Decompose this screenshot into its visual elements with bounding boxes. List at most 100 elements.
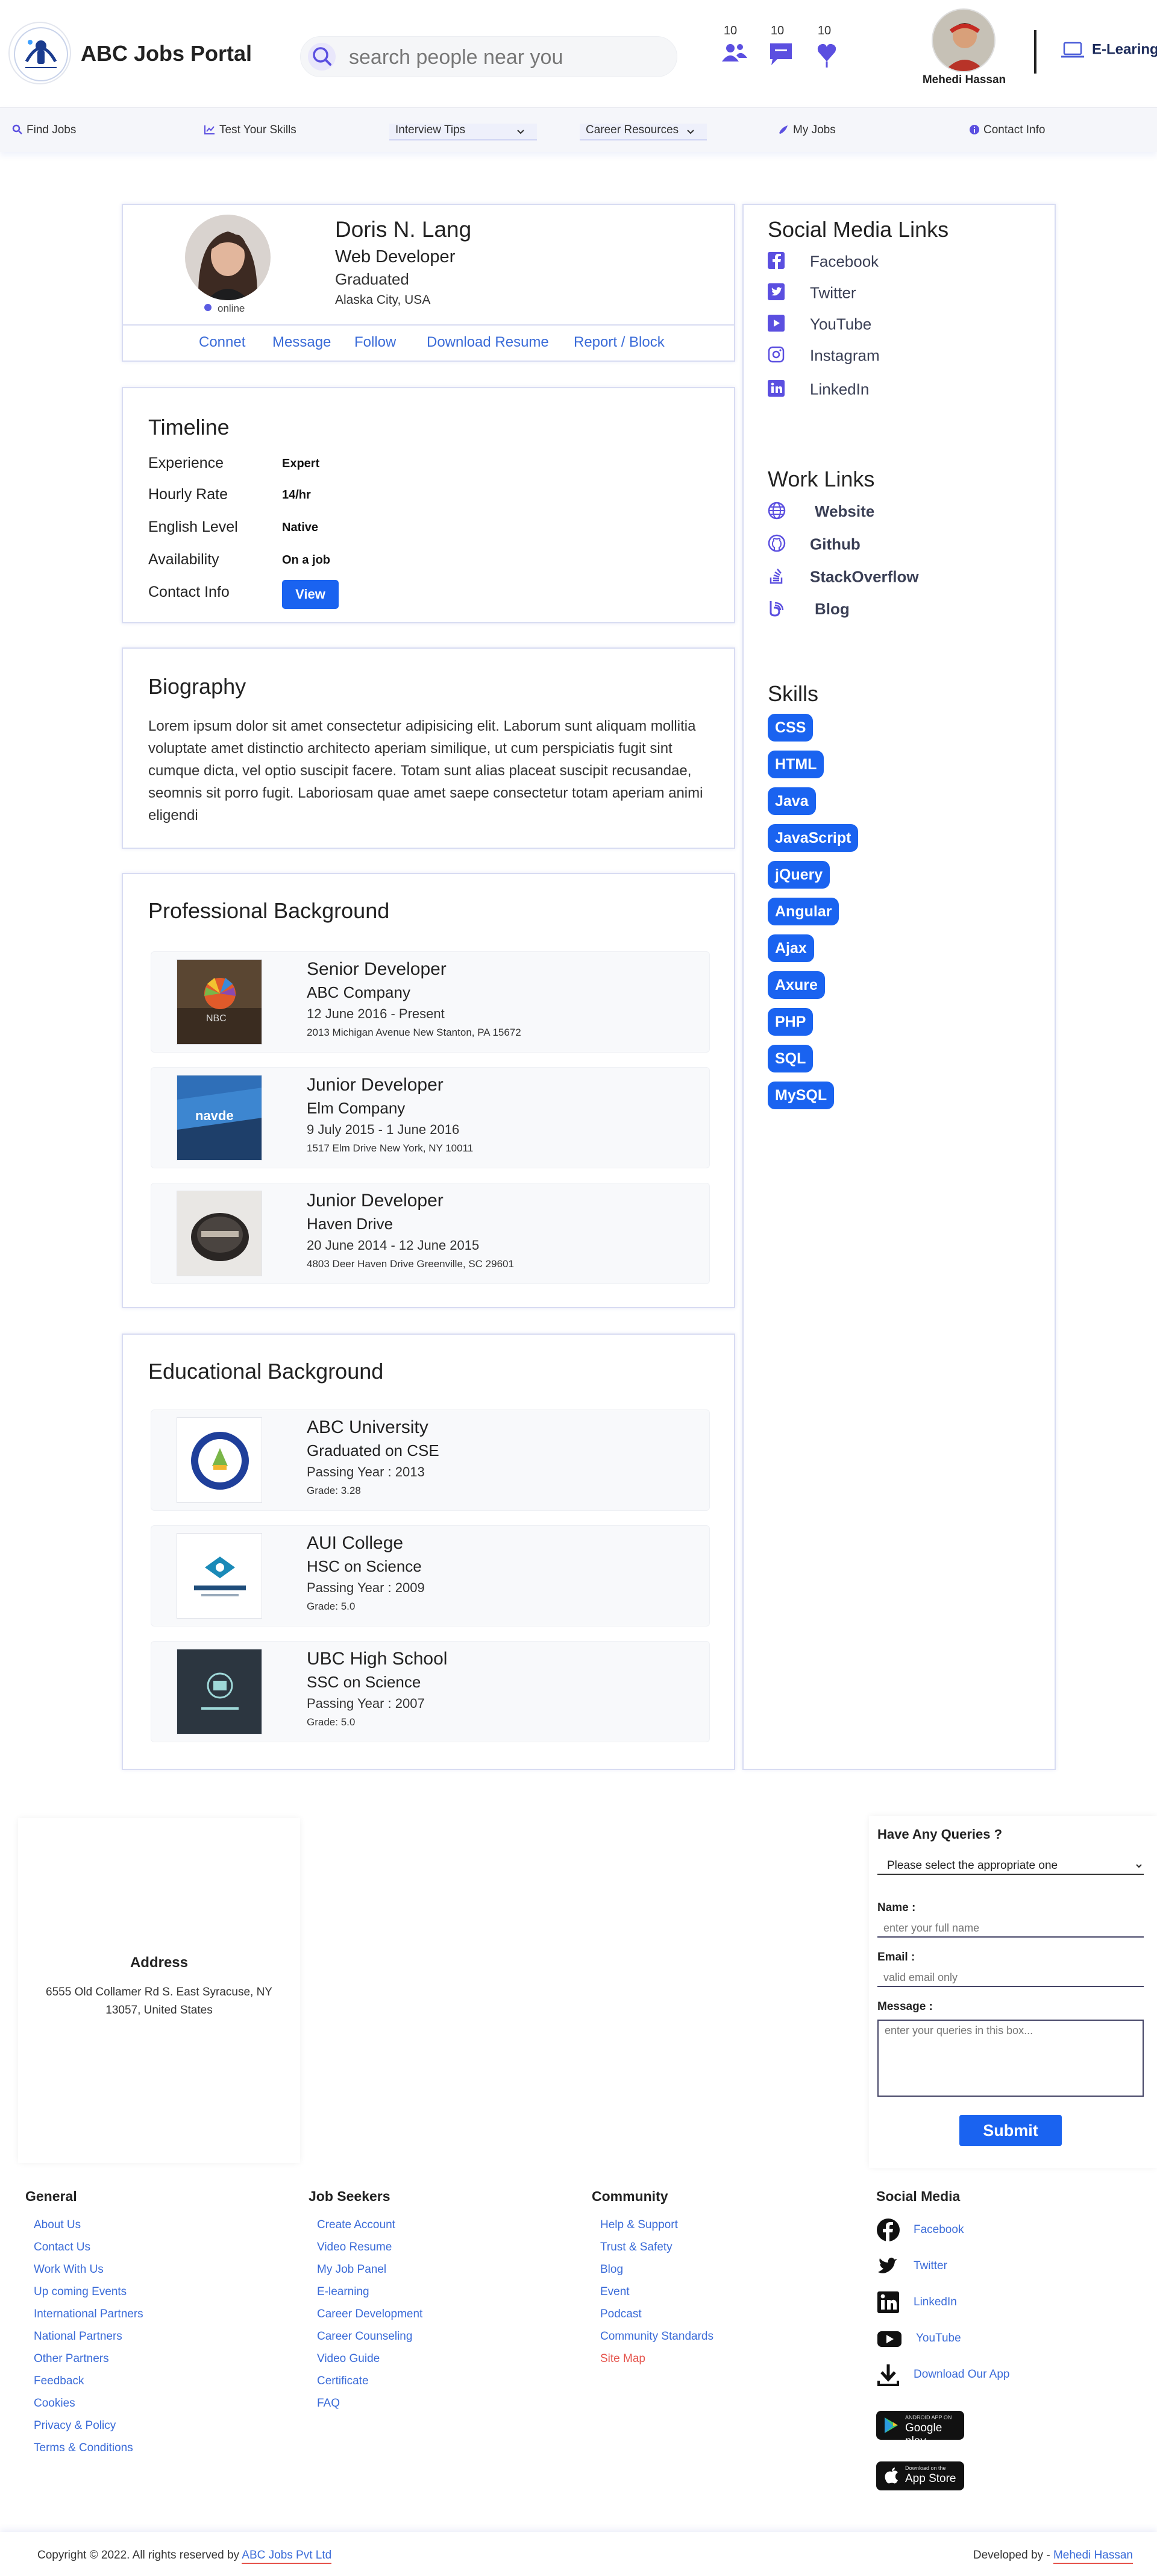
report-block-link[interactable]: Report / Block — [574, 334, 665, 351]
footer-link[interactable]: Contact Us — [34, 2240, 143, 2263]
sidebar-youtube-link[interactable]: YouTube — [768, 315, 871, 336]
sidebar-blog-link[interactable]: Blog — [768, 599, 850, 622]
nav-find-jobs[interactable]: Find Jobs — [12, 124, 76, 137]
search-icon[interactable] — [308, 43, 336, 71]
footer-facebook-link[interactable]: Facebook — [876, 2218, 1010, 2254]
sidebar-linkedin-link[interactable]: LinkedIn — [768, 380, 869, 401]
footer-linkedin-link[interactable]: LinkedIn — [876, 2290, 1010, 2326]
people-notification[interactable]: 10 — [717, 24, 753, 72]
search-bar[interactable] — [300, 36, 677, 77]
heart-icon — [817, 43, 836, 68]
footer-link[interactable]: Up coming Events — [34, 2285, 143, 2307]
footer-social-column: Social Media Facebook Twitter LinkedIn Y… — [876, 2188, 1010, 2490]
site-logo[interactable] — [8, 22, 71, 84]
job-company: Elm Company — [307, 1099, 406, 1117]
blog-icon — [770, 601, 784, 617]
footer-link[interactable]: Video Guide — [317, 2352, 422, 2374]
footer-link[interactable]: Community Standards — [600, 2329, 713, 2352]
apple-icon — [885, 2467, 898, 2484]
passing-year: Passing Year : 2007 — [307, 1696, 425, 1711]
app-store-badge[interactable]: Download on the App Store — [876, 2461, 964, 2490]
message-link[interactable]: Message — [272, 334, 331, 351]
footer-link[interactable]: International Partners — [34, 2307, 143, 2329]
messages-notification[interactable]: 10 — [764, 24, 800, 72]
footer-link[interactable]: Other Partners — [34, 2352, 143, 2374]
footer-link[interactable]: Create Account — [317, 2218, 422, 2240]
developer-credit: Developed by - Mehedi Hassan — [973, 2549, 1133, 2564]
sidebar-stackoverflow-link[interactable]: StackOverflow — [768, 567, 919, 589]
footer-sitemap-link[interactable]: Site Map — [600, 2352, 713, 2374]
education-entry: ABC University Graduated on CSE Passing … — [151, 1409, 710, 1511]
hourly-rate-value: 14/hr — [282, 488, 311, 502]
developer-link[interactable]: Mehedi Hassan — [1053, 2549, 1133, 2564]
email-field[interactable] — [877, 1969, 1144, 1987]
profile-name: Doris N. Lang — [335, 217, 472, 242]
sidebar-facebook-link[interactable]: Facebook — [768, 252, 879, 273]
footer-download-app-link[interactable]: Download Our App — [876, 2363, 1010, 2399]
footer-link[interactable]: Trust & Safety — [600, 2240, 713, 2263]
grade: Grade: 5.0 — [307, 1601, 356, 1612]
footer-link[interactable]: Certificate — [317, 2374, 422, 2396]
job-company: Haven Drive — [307, 1215, 394, 1233]
youtube-icon — [877, 2331, 901, 2347]
education-entry: UBC High School SSC on Science Passing Y… — [151, 1641, 710, 1742]
footer-link[interactable]: Podcast — [600, 2307, 713, 2329]
company-image: NBC — [177, 959, 262, 1045]
globe-icon — [768, 502, 786, 520]
footer-link[interactable]: Work With Us — [34, 2263, 143, 2285]
sidebar-website-link[interactable]: Website — [768, 502, 874, 524]
nav-label: Find Jobs — [27, 124, 77, 136]
main-nav: Find Jobs Test Your Skills Interview Tip… — [0, 107, 1157, 152]
footer-link[interactable]: About Us — [34, 2218, 143, 2240]
google-play-badge[interactable]: ANDROID APP ON Google play — [876, 2411, 964, 2448]
nav-career-resources[interactable]: Career Resources — [580, 124, 707, 140]
download-resume-link[interactable]: Download Resume — [427, 334, 549, 351]
biography-title: Biography — [148, 674, 246, 699]
footer-link[interactable]: E-learning — [317, 2285, 422, 2307]
view-contact-button[interactable]: View — [282, 580, 339, 609]
sidebar-link-label: Twitter — [810, 283, 856, 302]
elearning-link[interactable]: E-Learing — [1061, 41, 1157, 59]
footer-link[interactable]: Career Development — [317, 2307, 422, 2329]
footer-link[interactable]: Help & Support — [600, 2218, 713, 2240]
footer-link[interactable]: FAQ — [317, 2396, 422, 2419]
footer-link[interactable]: Terms & Conditions — [34, 2441, 143, 2463]
copyright-bar: Copyright © 2022. All rights reserved by… — [0, 2532, 1157, 2576]
query-topic-select[interactable]: Please select the appropriate one — [877, 1857, 1144, 1875]
search-input[interactable] — [349, 44, 662, 71]
nav-my-jobs[interactable]: My Jobs — [777, 124, 836, 137]
footer-link[interactable]: Video Resume — [317, 2240, 422, 2263]
company-link[interactable]: ABC Jobs Pvt Ltd — [242, 2549, 332, 2564]
footer-link[interactable]: Privacy & Policy — [34, 2419, 143, 2441]
connect-link[interactable]: Connet — [199, 334, 245, 351]
footer-link[interactable]: Blog — [600, 2263, 713, 2285]
info-icon — [970, 125, 979, 134]
address-text: 6555 Old Collamer Rd S. East Syracuse, N… — [46, 1986, 272, 2017]
people-icon — [722, 44, 747, 61]
timeline-title: Timeline — [148, 415, 230, 439]
footer-link[interactable]: Cookies — [34, 2396, 143, 2419]
nav-interview-tips[interactable]: Interview Tips — [389, 124, 538, 140]
nav-label: Interview Tips — [395, 124, 466, 136]
message-field[interactable] — [877, 2020, 1144, 2097]
stackoverflow-icon — [770, 568, 783, 584]
footer-link[interactable]: National Partners — [34, 2329, 143, 2352]
nav-contact-info[interactable]: Contact Info — [969, 124, 1045, 137]
sidebar-github-link[interactable]: Github — [768, 534, 861, 556]
likes-notification[interactable]: 10 — [811, 24, 847, 72]
footer-twitter-link[interactable]: Twitter — [876, 2254, 1010, 2290]
profile-location: Alaska City, USA — [335, 293, 431, 307]
footer-link[interactable]: My Job Panel — [317, 2263, 422, 2285]
follow-link[interactable]: Follow — [354, 334, 396, 351]
sidebar-twitter-link[interactable]: Twitter — [768, 283, 856, 304]
submit-button[interactable]: Submit — [959, 2115, 1062, 2146]
message-label: Message : — [877, 2000, 933, 2013]
footer-link[interactable]: Event — [600, 2285, 713, 2307]
nav-test-skills[interactable]: Test Your Skills — [204, 124, 296, 137]
name-field[interactable] — [877, 1919, 1144, 1938]
footer-youtube-link[interactable]: YouTube — [876, 2326, 1010, 2363]
footer-link[interactable]: Feedback — [34, 2374, 143, 2396]
footer-link[interactable]: Career Counseling — [317, 2329, 422, 2352]
sidebar-instagram-link[interactable]: Instagram — [768, 346, 880, 367]
user-avatar[interactable] — [932, 8, 996, 72]
